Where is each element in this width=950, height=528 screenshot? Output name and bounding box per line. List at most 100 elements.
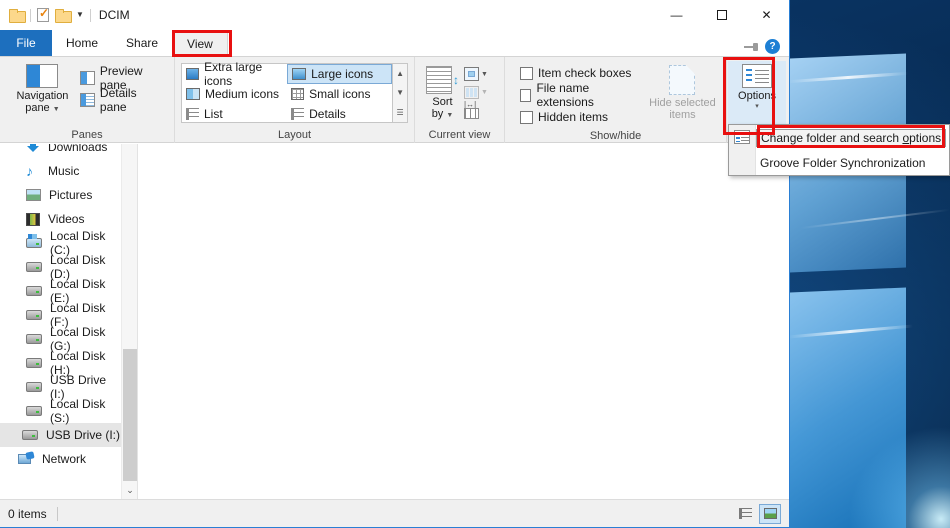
details-icon [291, 108, 304, 120]
nav-item-network[interactable]: Network [0, 447, 121, 471]
checkbox-icon[interactable] [520, 111, 533, 124]
checkbox-icon[interactable] [520, 67, 533, 80]
minimize-button[interactable]: — [654, 0, 699, 30]
nav-item-pictures[interactable]: Pictures [0, 183, 121, 207]
item-count: 0 items [8, 507, 47, 521]
chevron-down-icon[interactable]: ▼ [76, 11, 84, 19]
title-bar: ▼ DCIM — ✕ [0, 0, 789, 30]
navigation-pane-button[interactable]: Navigation pane ▼ [12, 61, 73, 116]
menu-item-groove-folder-synchronization[interactable]: Groove Folder Synchronization [729, 150, 949, 175]
small-icons-icon [291, 88, 304, 100]
drive-icon [26, 382, 42, 392]
pictures-icon [26, 189, 41, 201]
nav-item-videos[interactable]: Videos [0, 207, 121, 231]
file-explorer-window: ▼ DCIM — ✕ File Home Share View ? Naviga… [0, 0, 790, 528]
status-bar: 0 items [0, 499, 789, 527]
ribbon-group-label-current-view: Current view [415, 127, 504, 143]
navigation-pane-icon [26, 64, 58, 88]
details-view-button[interactable] [734, 504, 756, 524]
tab-home[interactable]: Home [52, 30, 112, 56]
list-icon [186, 108, 199, 120]
nav-item-local-disk-c[interactable]: Local Disk (C:) [0, 231, 121, 255]
layout-option-list[interactable]: List [182, 104, 287, 124]
layout-option-small-icons[interactable]: Small icons [287, 84, 392, 104]
chevron-down-icon: ▼ [481, 89, 488, 96]
tab-file[interactable]: File [0, 30, 52, 56]
folder-icon[interactable] [9, 9, 24, 21]
file-list-area[interactable] [137, 144, 789, 499]
scroll-down-icon[interactable]: ⌄ [122, 481, 137, 499]
options-dropdown-menu[interactable]: Change folder and search options Groove … [728, 124, 950, 176]
gallery-scroll-down-icon[interactable]: ▼ [393, 83, 407, 102]
tab-view[interactable]: View [172, 30, 228, 56]
large-icons-icon [292, 68, 306, 80]
nav-item-local-disk-s[interactable]: Local Disk (S:) [0, 399, 121, 423]
quick-access-toolbar[interactable]: ▼ [0, 8, 91, 22]
extra-large-icons-icon [186, 68, 199, 80]
layout-option-medium-icons[interactable]: Medium icons [182, 84, 287, 104]
qat-separator-2 [90, 9, 91, 22]
checkbox-icon[interactable] [520, 89, 531, 102]
nav-item-usb-drive-i-selected[interactable]: USB Drive (I:) [0, 423, 121, 447]
medium-icons-icon [186, 88, 200, 100]
layout-option-large-icons[interactable]: Large icons [287, 64, 392, 84]
ribbon: Navigation pane ▼ Preview pane Details p… [0, 56, 789, 143]
details-pane-button[interactable]: Details pane [77, 89, 168, 111]
size-all-columns-button[interactable]: |↔| [464, 101, 498, 119]
navigation-pane: Downloads ♪Music Pictures Videos Local D… [0, 144, 137, 499]
navigation-scrollbar[interactable]: ⌄ [121, 144, 137, 499]
new-folder-icon[interactable] [55, 9, 70, 21]
nav-item-usb-drive-i[interactable]: USB Drive (I:) [0, 375, 121, 399]
large-icons-view-button[interactable] [759, 504, 781, 524]
layout-option-extra-large-icons[interactable]: Extra large icons [182, 64, 287, 84]
nav-item-music[interactable]: ♪Music [0, 159, 121, 183]
nav-item-local-disk-g[interactable]: Local Disk (G:) [0, 327, 121, 351]
file-name-extensions-checkbox[interactable]: File name extensions [517, 84, 637, 106]
chevron-down-icon[interactable]: ▾ [755, 102, 759, 110]
nav-item-local-disk-f[interactable]: Local Disk (F:) [0, 303, 121, 327]
folder-options-icon [734, 130, 750, 144]
menu-item-change-folder-and-search-options[interactable]: Change folder and search options [729, 125, 949, 150]
hidden-items-checkbox[interactable]: Hidden items [517, 106, 637, 128]
sort-by-button[interactable]: ↕ Sort by ▼ [421, 63, 464, 122]
menu-item-label: Groove Folder Synchronization [760, 156, 925, 170]
maximize-button[interactable] [699, 0, 744, 30]
chevron-down-icon: ▼ [446, 112, 453, 119]
ribbon-group-layout: Extra large icons Large icons Medium ico… [175, 57, 415, 143]
hide-selected-items-icon [669, 65, 695, 95]
close-button[interactable]: ✕ [744, 0, 789, 30]
help-icon[interactable]: ? [765, 39, 780, 54]
tab-share[interactable]: Share [112, 30, 172, 56]
explorer-body: Downloads ♪Music Pictures Videos Local D… [0, 144, 789, 499]
details-pane-label: Details pane [100, 86, 165, 114]
drive-icon [26, 310, 42, 320]
layout-option-details[interactable]: Details [287, 104, 392, 124]
chevron-down-icon: ▼ [53, 106, 60, 113]
hide-selected-label-1: Hide selected [649, 97, 716, 109]
add-columns-dropdown[interactable]: ▼ [464, 83, 498, 101]
pin-ribbon-icon[interactable] [743, 41, 759, 53]
qat-separator-1 [30, 9, 31, 22]
options-icon [742, 64, 772, 88]
gallery-scroll-up-icon[interactable]: ▲ [393, 64, 407, 83]
nav-item-downloads[interactable]: Downloads [0, 144, 121, 159]
ribbon-group-show-hide: Item check boxes File name extensions Hi… [505, 57, 727, 143]
scrollbar-thumb[interactable] [123, 349, 137, 499]
chevron-down-icon: ▼ [481, 71, 488, 78]
drive-icon [22, 430, 38, 440]
sort-by-label-1: Sort [432, 96, 452, 108]
nav-item-local-disk-e[interactable]: Local Disk (E:) [0, 279, 121, 303]
large-icons-view-icon [764, 508, 777, 519]
add-columns-button[interactable]: ▼ [464, 65, 498, 83]
layout-gallery-scrollbar[interactable]: ▲ ▼ ☰ [393, 63, 408, 123]
nav-item-local-disk-d[interactable]: Local Disk (D:) [0, 255, 121, 279]
drive-icon [26, 286, 42, 296]
gallery-expand-icon[interactable]: ☰ [393, 103, 407, 122]
preview-pane-icon [80, 71, 95, 85]
properties-icon[interactable] [37, 8, 49, 22]
drive-icon [26, 334, 42, 344]
sort-by-icon: ↕ [426, 66, 459, 94]
nav-item-local-disk-h[interactable]: Local Disk (H:) [0, 351, 121, 375]
layout-gallery[interactable]: Extra large icons Large icons Medium ico… [181, 63, 393, 123]
view-toggle-buttons [734, 504, 781, 524]
